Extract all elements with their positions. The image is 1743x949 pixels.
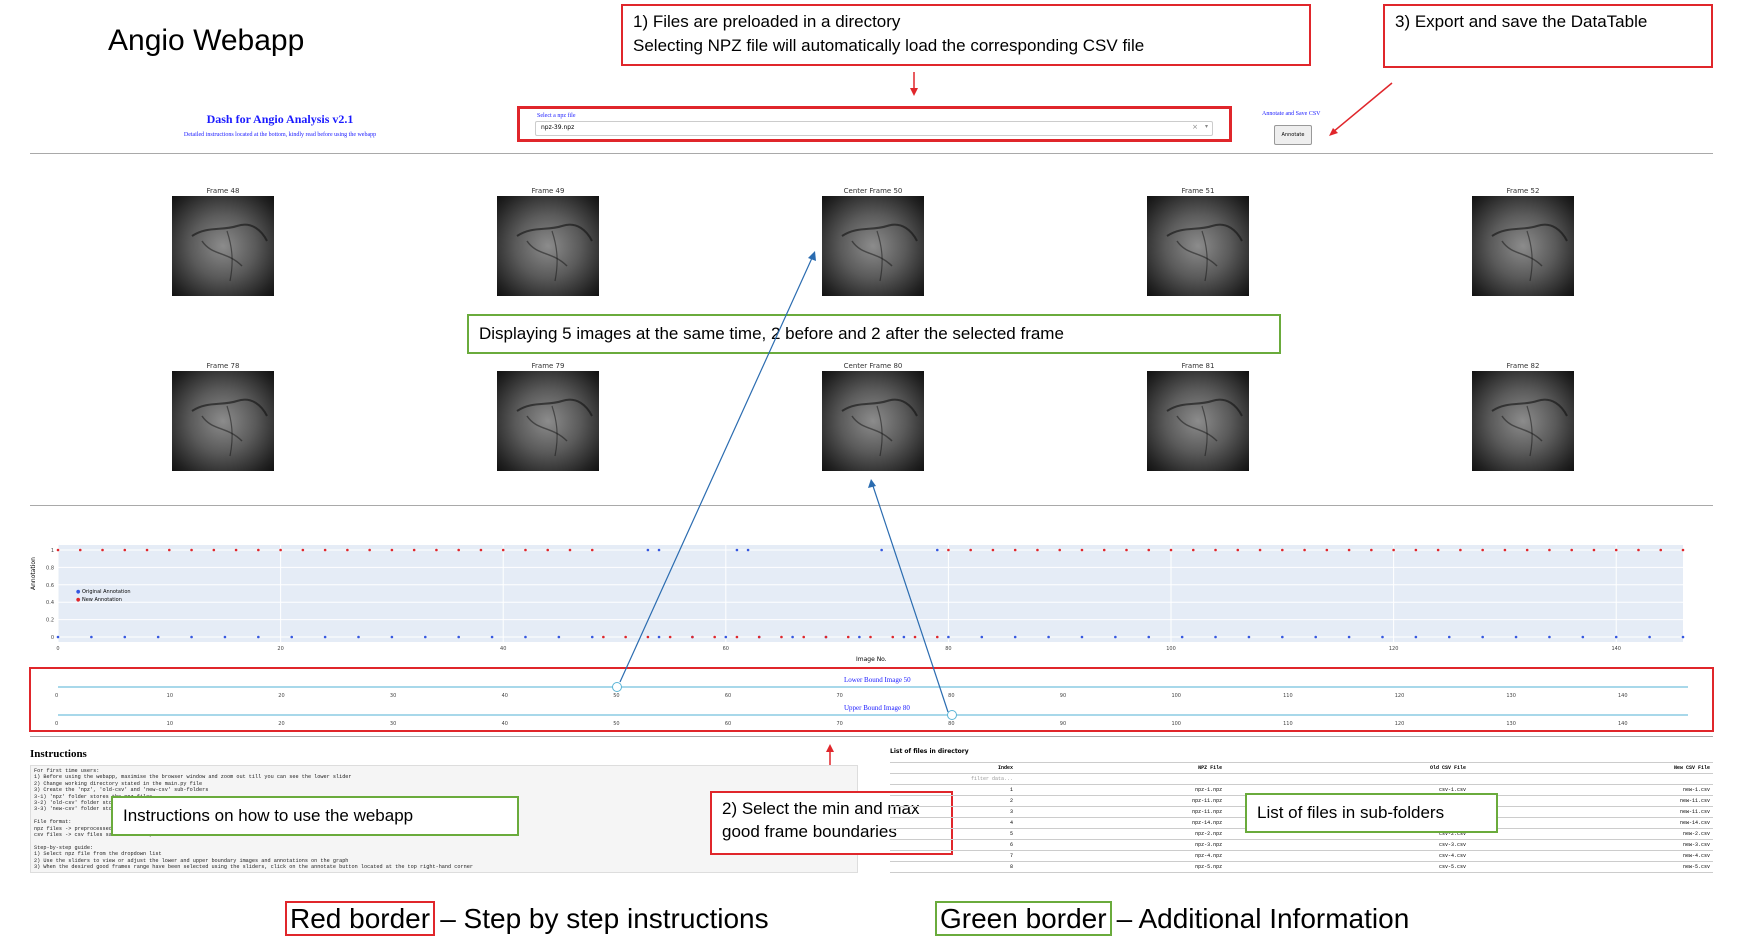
table-cell: npz-11.npz	[1016, 806, 1226, 818]
filter-cell	[1016, 773, 1226, 785]
legend-red-label: Red border	[285, 901, 436, 936]
legend-green: Green border – Additional Information	[935, 901, 1410, 936]
table-cell: npz-3.npz	[1016, 839, 1226, 851]
instructions-title: Instructions	[30, 748, 87, 760]
table-cell: npz-2.npz	[1016, 828, 1226, 840]
filter-input[interactable]: filter data...	[890, 773, 1016, 785]
table-cell: 8	[890, 861, 1016, 873]
table-cell: csv-4.csv	[1225, 850, 1470, 862]
table-cell: new-11.csv	[1469, 795, 1713, 807]
legend-red: Red border – Step by step instructions	[285, 901, 769, 936]
table-cell: npz-5.npz	[1016, 861, 1226, 873]
table-row[interactable]: 7 npz-4.npz csv-4.csv new-4.csv	[890, 850, 1713, 862]
col-header-new-csv[interactable]: New CSV File	[1469, 762, 1713, 774]
table-row[interactable]: 6 npz-3.npz csv-3.csv new-3.csv	[890, 839, 1713, 851]
callout-files: List of files in sub-folders	[1245, 793, 1498, 833]
col-header-old-csv[interactable]: Old CSV File	[1225, 762, 1470, 774]
col-header-index[interactable]: Index	[890, 762, 1016, 774]
table-cell: 6	[890, 839, 1016, 851]
table-cell: npz-11.npz	[1016, 795, 1226, 807]
table-cell: 3	[890, 806, 1016, 818]
col-header-npz[interactable]: NPZ File	[1016, 762, 1226, 774]
table-cell: npz-1.npz	[1016, 784, 1226, 796]
filter-cell	[1225, 773, 1470, 785]
table-cell: 5	[890, 828, 1016, 840]
legend-red-desc: – Step by step instructions	[440, 903, 769, 934]
table-cell: new-5.csv	[1469, 861, 1713, 873]
filter-cell	[1469, 773, 1713, 785]
callout-instructions-text: Instructions on how to use the webapp	[123, 806, 414, 825]
legend-green-label: Green border	[935, 901, 1112, 936]
table-cell: npz-14.npz	[1016, 817, 1226, 829]
files-table-title: List of files in directory	[890, 748, 969, 755]
table-cell: 4	[890, 817, 1016, 829]
table-cell: new-1.csv	[1469, 784, 1713, 796]
table-cell: new-3.csv	[1469, 839, 1713, 851]
callout-files-text: List of files in sub-folders	[1257, 803, 1445, 822]
table-cell: new-11.csv	[1469, 806, 1713, 818]
table-cell: csv-3.csv	[1225, 839, 1470, 851]
callout-instructions: Instructions on how to use the webapp	[111, 796, 519, 836]
table-cell: csv-5.csv	[1225, 861, 1470, 873]
table-cell: new-4.csv	[1469, 850, 1713, 862]
table-cell: npz-4.npz	[1016, 850, 1226, 862]
table-cell: 7	[890, 850, 1016, 862]
table-cell: 2	[890, 795, 1016, 807]
table-cell: 1	[890, 784, 1016, 796]
table-row[interactable]: 8 npz-5.npz csv-5.csv new-5.csv	[890, 861, 1713, 873]
table-cell: new-2.csv	[1469, 828, 1713, 840]
legend-green-desc: – Additional Information	[1116, 903, 1410, 934]
table-cell: new-14.csv	[1469, 817, 1713, 829]
